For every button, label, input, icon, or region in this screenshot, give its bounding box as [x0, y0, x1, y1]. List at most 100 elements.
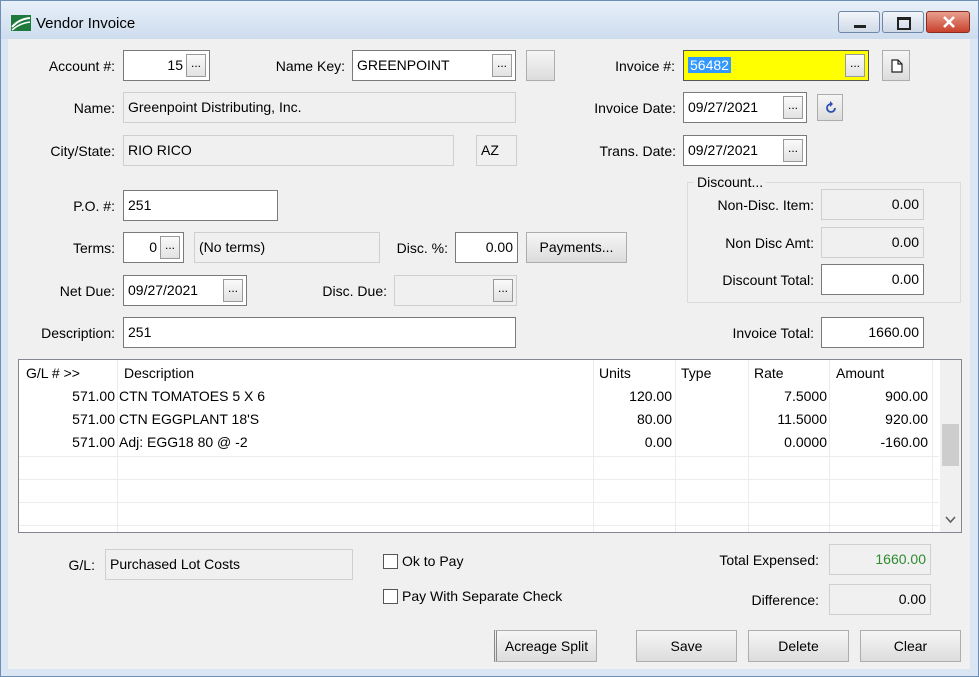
invoice-no-value: 56482 — [688, 57, 731, 73]
account-label: Account #: — [48, 58, 115, 74]
form-body: Account #: 15 ... Name Key: GREENPOINT .… — [8, 39, 970, 669]
invoice-no-field[interactable]: 56482 ... — [683, 50, 869, 81]
net-due-label: Net Due: — [59, 283, 115, 299]
row-amount: 900.00 — [885, 388, 928, 404]
name-key-label: Name Key: — [275, 58, 345, 74]
invoice-date-field[interactable]: 09/27/2021 ... — [683, 92, 807, 123]
minimize-button[interactable] — [838, 11, 880, 33]
city-field: RIO RICO — [123, 135, 454, 166]
po-label: P.O. #: — [73, 198, 115, 214]
gl-value: Purchased Lot Costs — [110, 556, 240, 572]
disc-due-picker-button[interactable]: ... — [493, 279, 513, 302]
close-button[interactable] — [926, 11, 970, 33]
non-disc-amt-field: 0.00 — [821, 227, 924, 258]
clear-button[interactable]: Clear — [860, 630, 961, 662]
table-row[interactable]: 571.00 Adj: EGG18 80 @ -2 0.00 0.0000 -1… — [19, 434, 939, 457]
name-value: Greenpoint Distributing, Inc. — [128, 99, 302, 115]
gl-line-items-grid[interactable]: G/L # >> Description Units Type Rate Amo… — [18, 359, 962, 533]
table-row[interactable]: 571.00 CTN TOMATOES 5 X 6 120.00 7.5000 … — [19, 388, 939, 411]
disc-due-field: ... — [394, 275, 517, 306]
gl-label: G/L: — [68, 557, 95, 573]
terms-field[interactable]: 0 ... — [123, 232, 184, 263]
trans-date-picker-button[interactable]: ... — [783, 139, 803, 162]
grid-row-divider — [19, 479, 939, 480]
invoice-date-picker-button[interactable]: ... — [783, 96, 803, 119]
column-header-type[interactable]: Type — [681, 365, 711, 381]
row-gl: 571.00 — [72, 388, 115, 404]
delete-button[interactable]: Delete — [748, 630, 849, 662]
terms-description-value: (No terms) — [199, 239, 266, 255]
state-field: AZ — [476, 135, 517, 166]
title-bar[interactable]: Vendor Invoice — [1, 1, 978, 39]
vendor-invoice-window: Vendor Invoice Account #: 15 ... Name Ke… — [0, 0, 979, 677]
name-label: Name: — [73, 100, 115, 116]
account-lookup-button[interactable]: ... — [186, 54, 206, 77]
save-button[interactable]: Save — [636, 630, 737, 662]
description-value: 251 — [128, 324, 152, 340]
window-title: Vendor Invoice — [36, 15, 136, 32]
name-field: Greenpoint Distributing, Inc. — [123, 92, 516, 123]
terms-lookup-button[interactable]: ... — [160, 236, 180, 259]
maximize-button[interactable] — [882, 11, 924, 33]
row-description: Adj: EGG18 80 @ -2 — [119, 434, 248, 450]
row-units: 120.00 — [629, 388, 672, 404]
ok-to-pay-label: Ok to Pay — [402, 553, 464, 569]
table-row[interactable]: 571.00 CTN EGGPLANT 18'S 80.00 11.5000 9… — [19, 411, 939, 434]
column-header-units[interactable]: Units — [599, 365, 631, 381]
app-logo-icon — [11, 15, 31, 31]
name-key-extra-button[interactable] — [526, 50, 555, 81]
net-due-field[interactable]: 09/27/2021 ... — [123, 275, 247, 306]
net-due-picker-button[interactable]: ... — [223, 279, 243, 302]
payments-button[interactable]: Payments... — [526, 232, 627, 263]
discount-total-field[interactable]: 0.00 — [821, 264, 924, 295]
minimize-icon — [854, 25, 866, 28]
invoice-total-label: Invoice Total: — [732, 325, 814, 341]
terms-value: 0 — [149, 239, 157, 255]
grid-vertical-scrollbar[interactable] — [940, 360, 961, 532]
invoice-no-lookup-button[interactable]: ... — [845, 54, 865, 77]
total-expensed-label: Total Expensed: — [719, 552, 819, 568]
invoice-total-field[interactable]: 1660.00 — [821, 317, 924, 348]
new-document-icon — [891, 59, 903, 73]
po-field[interactable]: 251 — [123, 190, 278, 221]
name-key-lookup-button[interactable]: ... — [492, 54, 512, 77]
scrollbar-thumb[interactable] — [942, 424, 959, 466]
name-key-field[interactable]: GREENPOINT ... — [352, 50, 516, 81]
column-header-description[interactable]: Description — [124, 365, 194, 381]
close-icon — [943, 16, 955, 28]
disc-pct-value: 0.00 — [485, 239, 513, 255]
total-expensed-field: 1660.00 — [829, 544, 931, 575]
pay-separate-check-label: Pay With Separate Check — [402, 588, 563, 604]
city-value: RIO RICO — [128, 142, 192, 158]
column-header-gl[interactable]: G/L # >> — [26, 365, 80, 381]
row-amount: 920.00 — [885, 411, 928, 427]
row-description: CTN EGGPLANT 18'S — [119, 411, 260, 427]
pay-separate-check-checkbox[interactable] — [383, 589, 398, 604]
maximize-icon — [897, 17, 911, 30]
disc-pct-field[interactable]: 0.00 — [455, 232, 518, 263]
scroll-down-icon[interactable] — [945, 516, 956, 524]
total-expensed-value: 1660.00 — [875, 551, 926, 567]
description-field[interactable]: 251 — [123, 317, 516, 348]
non-disc-item-value: 0.00 — [891, 196, 919, 212]
ok-to-pay-checkbox[interactable] — [383, 554, 398, 569]
net-due-value: 09/27/2021 — [128, 282, 199, 298]
invoice-no-label: Invoice #: — [615, 58, 675, 74]
discount-total-value: 0.00 — [891, 271, 919, 287]
po-value: 251 — [128, 197, 152, 213]
account-field[interactable]: 15 ... — [123, 50, 210, 81]
row-rate: 7.5000 — [784, 388, 827, 404]
column-header-rate[interactable]: Rate — [754, 365, 784, 381]
disc-pct-label: Disc. %: — [396, 240, 448, 256]
acreage-split-button[interactable]: Acreage Split — [494, 630, 597, 662]
column-header-amount[interactable]: Amount — [836, 365, 884, 381]
gl-field: Purchased Lot Costs — [105, 549, 353, 580]
trans-date-field[interactable]: 09/27/2021 ... — [683, 135, 807, 166]
row-gl: 571.00 — [72, 434, 115, 450]
trans-date-label: Trans. Date: — [599, 143, 676, 159]
new-invoice-button[interactable] — [882, 50, 910, 81]
invoice-date-value: 09/27/2021 — [688, 99, 759, 115]
refresh-button[interactable] — [817, 94, 843, 121]
disc-due-label: Disc. Due: — [322, 283, 387, 299]
row-amount: -160.00 — [880, 434, 928, 450]
